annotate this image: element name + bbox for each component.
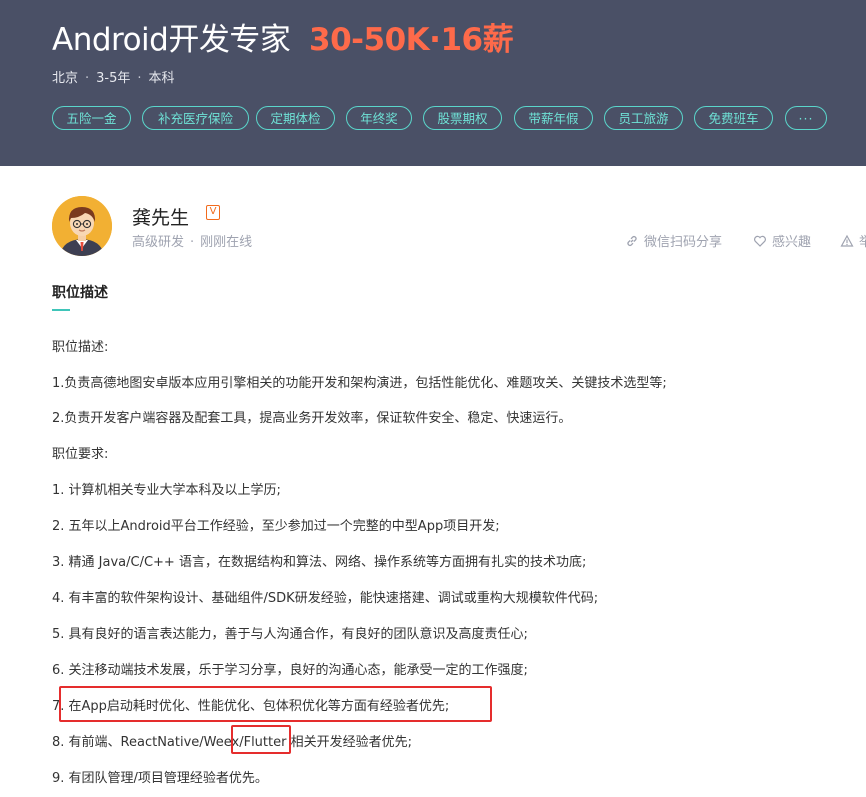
section-title: 职位描述 xyxy=(52,285,108,301)
description-line: 1. 计算机相关专业大学本科及以上学历; xyxy=(52,483,281,498)
benefit-tag: 年终奖 xyxy=(346,106,412,130)
description-line: 职位描述: xyxy=(52,340,109,355)
benefit-tag: 股票期权 xyxy=(423,106,502,130)
benefit-tag: 五险一金 xyxy=(52,106,131,130)
highlight-box xyxy=(231,725,291,754)
separator-dot: · xyxy=(137,71,142,86)
avatar-illustration xyxy=(52,196,112,256)
link-icon xyxy=(627,235,637,246)
job-degree: 本科 xyxy=(148,71,175,86)
job-title: Android开发专家 xyxy=(52,22,291,58)
description-line: 1.负责高德地图安卓版本应用引擎相关的功能开发和架构演进，包括性能优化、难题攻关… xyxy=(52,376,667,391)
highlight-box xyxy=(59,686,492,722)
separator-dot: · xyxy=(85,71,90,86)
interest-label: 感兴趣 xyxy=(772,235,812,250)
description-line: 4. 有丰富的软件架构设计、基础组件/SDK研发经验，能快速搭建、调试或重构大规… xyxy=(52,591,599,606)
description-line: 9. 有团队管理/项目管理经验者优先。 xyxy=(52,771,268,786)
avatar[interactable] xyxy=(52,196,112,256)
recruiter-name: 龚先生 xyxy=(132,207,190,229)
description-line: 6. 关注移动端技术发展，乐于学习分享，良好的沟通心态，能承受一定的工作强度; xyxy=(52,663,528,678)
warning-icon xyxy=(840,234,854,247)
recruiter-info: 高级研发 · 刚刚在线 xyxy=(132,231,252,250)
job-city: 北京 xyxy=(52,71,79,86)
recruiter-status: 刚刚在线 xyxy=(200,235,253,250)
benefit-tag: 定期体检 xyxy=(256,106,335,130)
more-tags-button[interactable]: ··· xyxy=(785,106,827,130)
benefit-tag: 员工旅游 xyxy=(604,106,683,130)
description-line: 5. 具有良好的语言表达能力，善于与人沟通合作，有良好的团队意识及高度责任心; xyxy=(52,627,528,642)
job-meta: 北京 · 3-5年 · 本科 xyxy=(52,67,175,86)
description-line: 2.负责开发客户端容器及配套工具，提高业务开发效率，保证软件安全、稳定、快速运行… xyxy=(52,411,572,426)
description-line: 职位要求: xyxy=(52,447,109,462)
interest-button[interactable]: 感兴趣 xyxy=(753,231,811,250)
separator-dot: · xyxy=(190,235,195,250)
report-label: 举 xyxy=(859,235,866,250)
report-button[interactable]: 举 xyxy=(840,231,866,250)
description-line: 2. 五年以上Android平台工作经验，至少参加过一个完整的中型App项目开发… xyxy=(52,519,500,534)
salary: 30-50K·16薪 xyxy=(309,22,514,58)
job-header: Android开发专家 30-50K·16薪 北京 · 3-5年 · 本科 五险一金 补… xyxy=(0,0,866,166)
share-button[interactable]: 微信扫码分享 xyxy=(625,231,722,250)
benefit-tag: 补充医疗保险 xyxy=(142,106,249,130)
share-label: 微信扫码分享 xyxy=(644,235,723,250)
heart-icon xyxy=(754,235,766,247)
section-underline xyxy=(52,309,70,311)
description-line: 3. 精通 Java/C/C++ 语言，在数据结构和算法、网络、操作系统等方面拥… xyxy=(52,555,587,570)
benefit-tag: 免费班车 xyxy=(694,106,773,130)
job-experience: 3-5年 xyxy=(96,71,131,86)
benefit-tag: 带薪年假 xyxy=(514,106,593,130)
recruiter-title: 高级研发 xyxy=(132,235,185,250)
verified-badge: V xyxy=(206,205,220,220)
